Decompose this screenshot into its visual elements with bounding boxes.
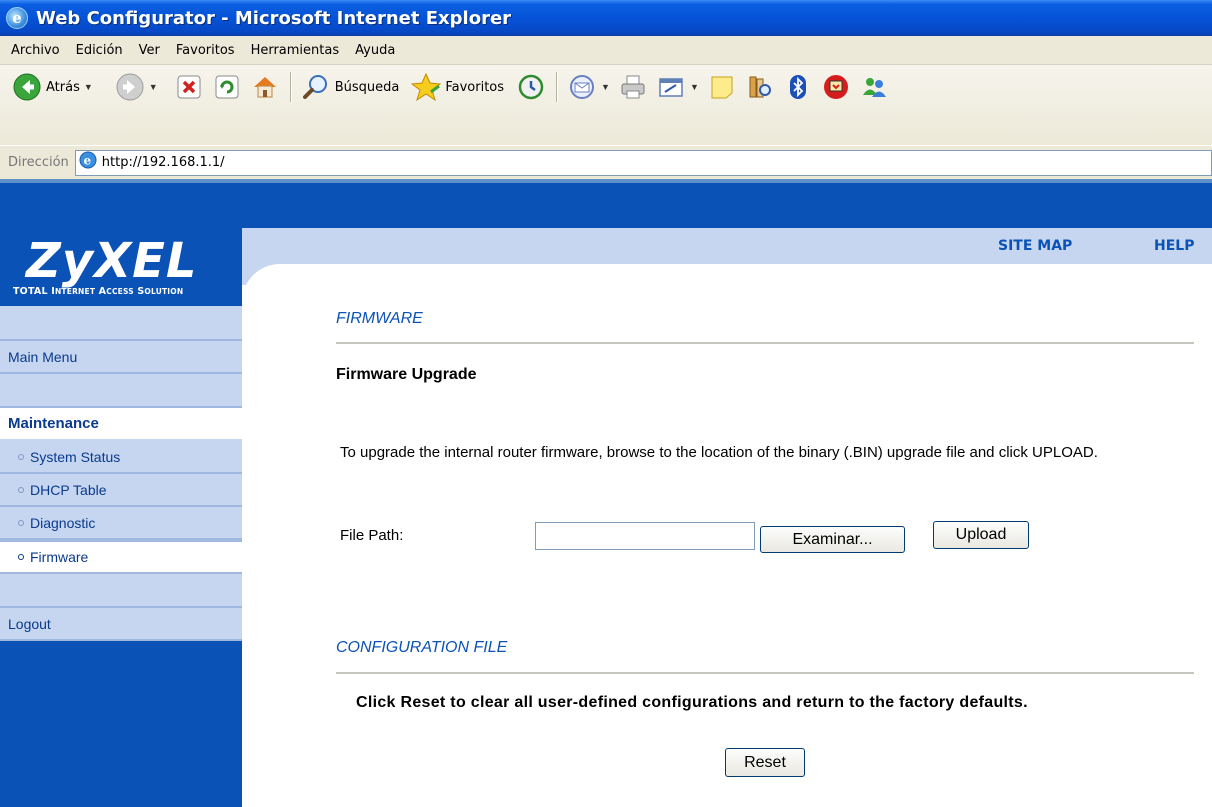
home-button[interactable] [246, 69, 284, 105]
forward-arrow-icon [115, 72, 145, 102]
firmware-description: To upgrade the internal router firmware,… [340, 444, 1098, 461]
research-button[interactable] [741, 69, 779, 105]
forward-dropdown-icon[interactable]: ▼ [149, 82, 158, 92]
refresh-icon [212, 72, 242, 102]
menu-favoritos[interactable]: Favoritos [168, 43, 243, 58]
mail-dropdown-icon[interactable]: ▼ [601, 82, 610, 92]
edit-button[interactable]: ▼ [652, 69, 703, 105]
firmware-section-title: FIRMWARE [336, 310, 423, 327]
toolbar-separator [556, 72, 558, 102]
favorites-button[interactable]: Favoritos [407, 69, 508, 105]
sidebar-item-label: System Status [30, 448, 121, 465]
toolbar-separator [289, 72, 291, 102]
history-button[interactable] [512, 69, 550, 105]
alert-icon [821, 72, 851, 102]
menu-ver[interactable]: Ver [131, 43, 168, 58]
sidebar-item-dhcp-table[interactable]: DHCP Table [0, 474, 242, 507]
edit-dropdown-icon[interactable]: ▼ [690, 82, 699, 92]
web-page: ZyXEL TOTAL INTERNET ACCESS SOLUTION SIT… [0, 179, 1212, 807]
section-divider [336, 672, 1194, 674]
menu-edicion[interactable]: Edición [68, 43, 131, 58]
upload-button[interactable]: Upload [933, 521, 1029, 549]
sidebar-nav: Main Menu Maintenance System Status DHCP… [0, 306, 242, 641]
file-path-label: File Path: [340, 527, 404, 544]
browse-button[interactable]: Examinar... [760, 526, 905, 553]
logo-tagline: TOTAL INTERNET ACCESS SOLUTION [13, 286, 184, 297]
edit-icon [656, 72, 686, 102]
search-icon [301, 72, 331, 102]
bullet-icon [18, 554, 24, 560]
bullet-icon [18, 519, 24, 526]
printer-icon [618, 72, 648, 102]
address-bar: Dirección e http://192.168.1.1/ [0, 145, 1212, 179]
back-label: Atrás [46, 79, 80, 95]
bluetooth-icon [783, 72, 813, 102]
browser-toolbar: Atrás ▼ ▼ Búsqueda Favoritos ▼ ▼ [0, 65, 1212, 147]
search-button[interactable]: Búsqueda [297, 69, 404, 105]
home-icon [250, 72, 280, 102]
menu-archivo[interactable]: Archivo [3, 43, 68, 58]
back-button[interactable]: Atrás ▼ [8, 69, 97, 105]
sidebar-section-maintenance: Maintenance [0, 408, 242, 441]
window-titlebar[interactable]: e Web Configurator - Microsoft Internet … [0, 0, 1212, 36]
back-dropdown-icon[interactable]: ▼ [84, 82, 93, 92]
bluetooth-button[interactable] [779, 69, 817, 105]
sidebar-item-logout[interactable]: Logout [0, 608, 242, 641]
menu-herramientas[interactable]: Herramientas [243, 43, 348, 58]
window-title: Web Configurator - Microsoft Internet Ex… [36, 7, 512, 29]
sidebar-item-label: Logout [8, 615, 51, 632]
discuss-button[interactable] [703, 69, 741, 105]
back-arrow-icon [12, 72, 42, 102]
address-label: Dirección [8, 155, 69, 170]
forward-button[interactable]: ▼ [111, 69, 162, 105]
header-band [0, 179, 1212, 228]
history-icon [516, 72, 546, 102]
search-label: Búsqueda [334, 79, 400, 95]
ie-logo-icon: e [6, 7, 28, 29]
sidebar-item-system-status[interactable]: System Status [0, 441, 242, 474]
sidebar-item-label: Firmware [30, 549, 89, 565]
logo-brand: ZyXEL [26, 233, 198, 289]
nav-spacer [0, 306, 242, 341]
sidebar-item-main-menu[interactable]: Main Menu [0, 341, 242, 374]
address-field[interactable]: e http://192.168.1.1/ [74, 149, 1212, 176]
nav-spacer [0, 374, 242, 408]
mail-button[interactable]: ▼ [563, 69, 614, 105]
note-icon [707, 72, 737, 102]
address-url[interactable]: http://192.168.1.1/ [102, 155, 225, 170]
file-path-input[interactable] [535, 522, 755, 550]
zyxel-logo: ZyXEL TOTAL INTERNET ACCESS SOLUTION [0, 228, 236, 304]
svg-text:e: e [83, 154, 91, 168]
bullet-icon [18, 486, 24, 493]
sidebar-item-firmware[interactable]: Firmware [0, 540, 242, 574]
reset-button[interactable]: Reset [725, 748, 805, 777]
sidebar-item-label: Main Menu [8, 348, 78, 365]
bullet-icon [18, 453, 24, 460]
print-button[interactable] [614, 69, 652, 105]
sidebar-item-label: Diagnostic [30, 514, 96, 531]
page-icon: e [78, 150, 98, 175]
reset-description: Click Reset to clear all user-defined co… [356, 694, 1028, 711]
research-icon [745, 72, 775, 102]
nav-spacer [0, 574, 242, 608]
mail-icon [567, 72, 597, 102]
sidebar-section-label: Maintenance [8, 415, 99, 432]
menu-bar: Archivo Edición Ver Favoritos Herramient… [0, 36, 1212, 65]
configuration-file-section-title: CONFIGURATION FILE [336, 639, 508, 656]
section-divider [336, 342, 1194, 344]
messenger-button[interactable] [855, 69, 893, 105]
refresh-button[interactable] [208, 69, 246, 105]
sidebar-item-diagnostic[interactable]: Diagnostic [0, 507, 242, 540]
stop-icon [174, 72, 204, 102]
firmware-upgrade-heading: Firmware Upgrade [336, 366, 477, 383]
help-link[interactable]: HELP [1154, 238, 1194, 254]
menu-ayuda[interactable]: Ayuda [347, 43, 403, 58]
messenger-alert-button[interactable] [817, 69, 855, 105]
site-map-link[interactable]: SITE MAP [998, 238, 1072, 254]
favorites-label: Favoritos [445, 79, 505, 95]
sidebar-item-label: DHCP Table [30, 481, 107, 498]
star-icon [411, 72, 442, 102]
messenger-icon [859, 72, 889, 102]
stop-button[interactable] [170, 69, 208, 105]
